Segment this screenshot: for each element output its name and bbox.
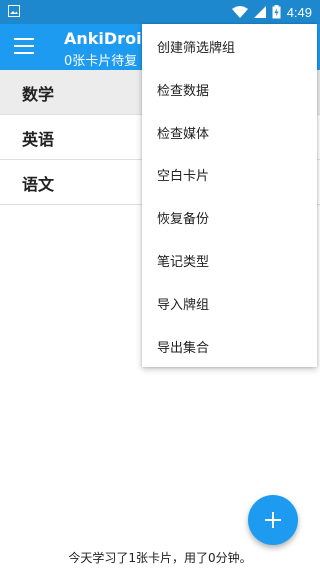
menu-item-label: 恢复备份 (157, 212, 210, 228)
menu-item-check-database[interactable]: 检查数据 (142, 67, 317, 110)
status-time: 4:49 (286, 4, 312, 20)
menu-item-note-types[interactable]: 笔记类型 (142, 238, 317, 281)
app-subtitle: 0张卡片待复 (64, 54, 138, 69)
menu-item-empty-cards[interactable]: 空白卡片 (142, 152, 317, 195)
menu-item-restore-backup[interactable]: 恢复备份 (142, 195, 317, 238)
deck-name: 数学 (22, 85, 55, 104)
menu-item-label: 导出集合 (157, 340, 210, 356)
menu-item-label: 笔记类型 (157, 254, 210, 270)
menu-item-label: 检查媒体 (157, 126, 210, 142)
wifi-icon (231, 6, 248, 18)
menu-item-export-collection[interactable]: 导出集合 (142, 324, 317, 367)
image-notification-icon (8, 5, 20, 17)
status-bar: 4:49 (0, 0, 320, 24)
battery-charging-icon (272, 5, 281, 19)
hamburger-menu-icon[interactable] (14, 38, 34, 56)
study-summary: 今天学习了1张卡片，用了0分钟。 (68, 551, 252, 565)
overflow-menu: 创建筛选牌组 检查数据 检查媒体 空白卡片 恢复备份 笔记类型 导入牌组 导出集… (142, 24, 317, 367)
deck-name: 语文 (22, 175, 55, 194)
add-fab-button[interactable] (248, 495, 298, 545)
plus-icon (265, 512, 281, 528)
menu-item-label: 导入牌组 (157, 297, 210, 313)
menu-item-label: 创建筛选牌组 (157, 41, 236, 56)
deck-name: 英语 (22, 130, 55, 149)
menu-item-create-filtered-deck[interactable]: 创建筛选牌组 (142, 24, 317, 67)
menu-item-label: 空白卡片 (157, 169, 210, 185)
menu-item-check-media[interactable]: 检查媒体 (142, 110, 317, 153)
menu-item-label: 检查数据 (157, 83, 210, 99)
menu-item-import-deck[interactable]: 导入牌组 (142, 281, 317, 324)
app-title: AnkiDroid (64, 29, 153, 48)
cellular-signal-icon (253, 6, 266, 18)
